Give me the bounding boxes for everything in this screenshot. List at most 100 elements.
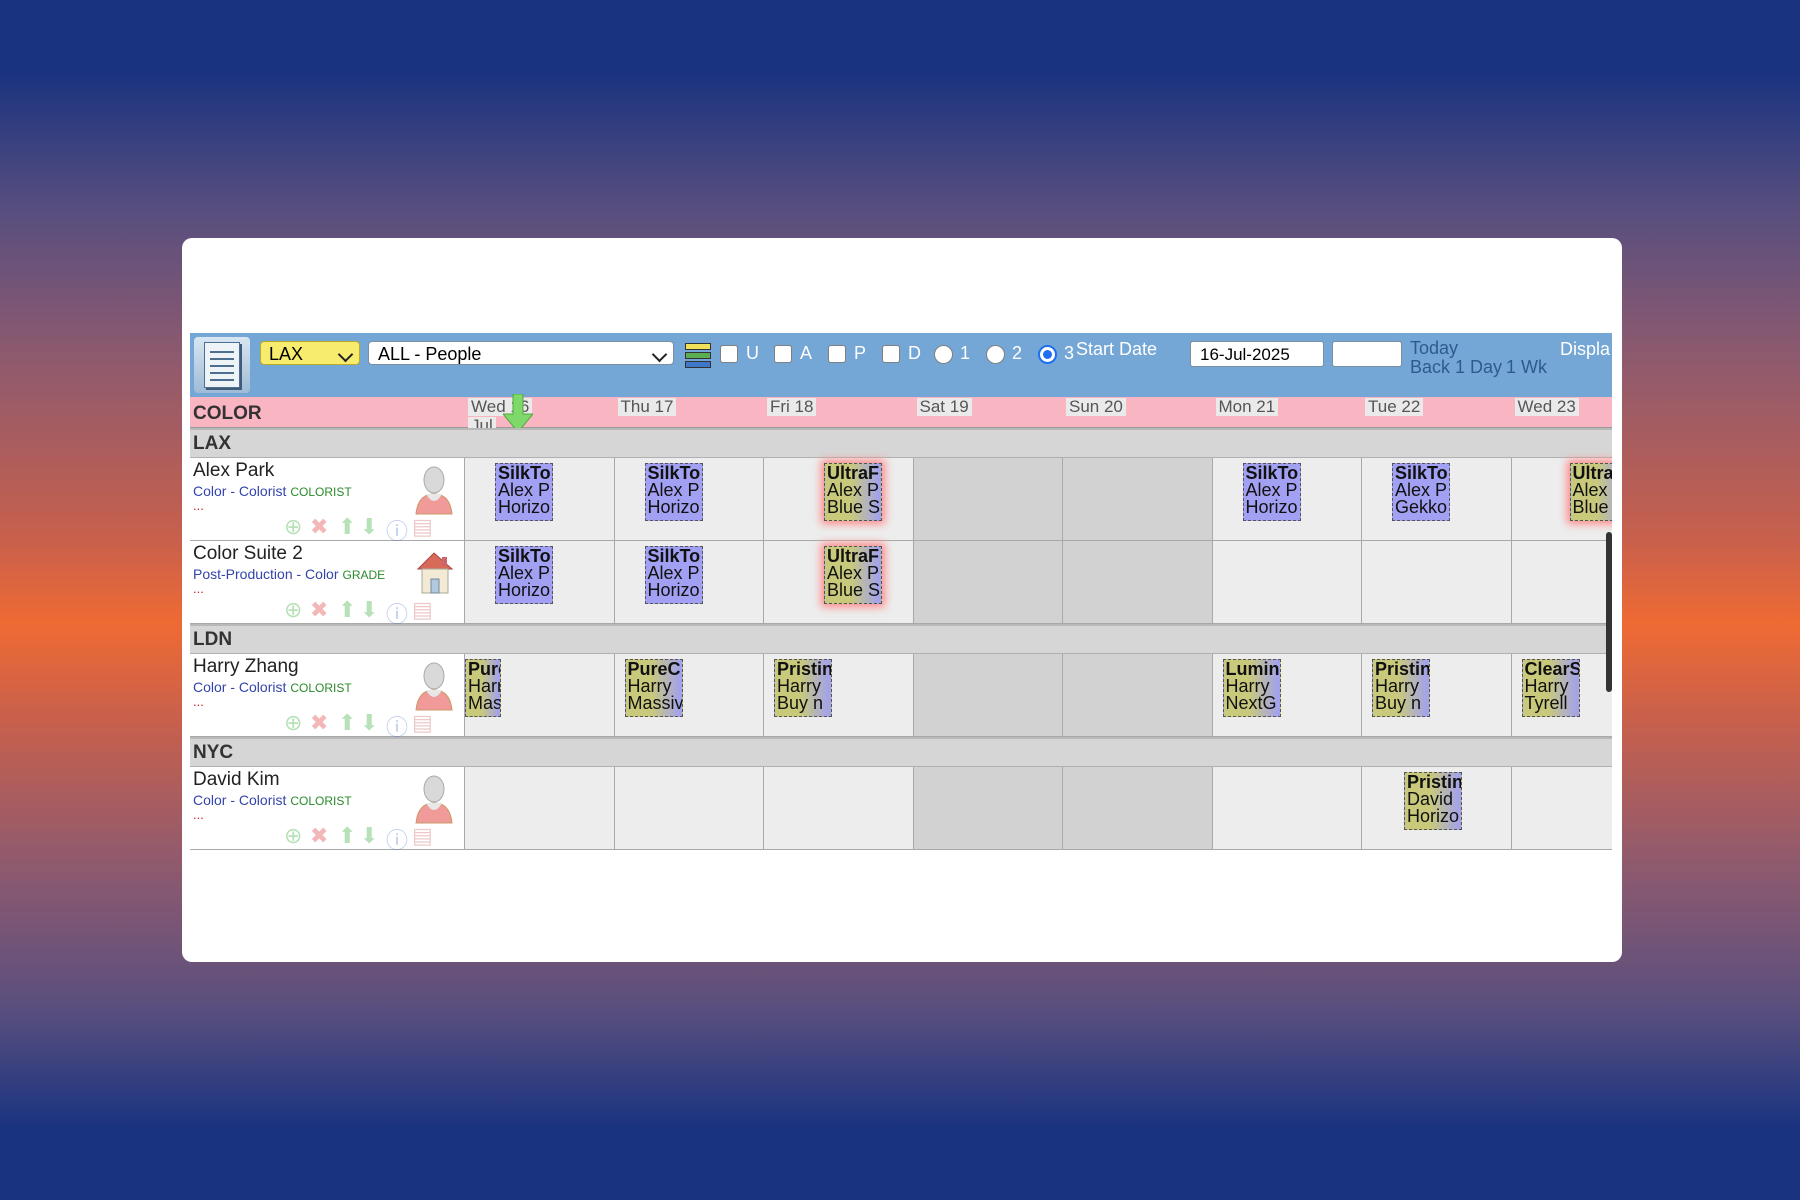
booking-block[interactable]: PureC Harry Massiv	[624, 659, 683, 717]
filter-checkbox-a[interactable]	[774, 345, 792, 363]
day-label[interactable]: Sat 19	[916, 398, 972, 416]
day-cell[interactable]	[1511, 767, 1612, 849]
window-card: LAX ALL - People U A P D 1 2 3 Start Dat…	[182, 238, 1622, 962]
more-link[interactable]: ...	[193, 498, 204, 513]
filter-checkbox-d[interactable]	[882, 345, 900, 363]
display-label[interactable]: Displa	[1560, 339, 1610, 360]
move-down-icon[interactable]: ⬇	[360, 823, 378, 849]
booking-project: Horizo	[1245, 497, 1298, 517]
day-cell[interactable]	[1063, 541, 1213, 623]
day-cell[interactable]	[1063, 767, 1213, 849]
move-down-icon[interactable]: ⬇	[360, 710, 378, 736]
end-date-input[interactable]	[1332, 341, 1402, 367]
booking-block[interactable]: SilkTo Alex P Gekko	[1392, 463, 1450, 521]
back-1-week-link[interactable]: 1 Wk	[1506, 357, 1547, 378]
day-cell[interactable]	[913, 541, 1063, 623]
move-up-icon[interactable]: ⬆	[338, 597, 356, 623]
day-label[interactable]: Fri 18	[767, 398, 817, 416]
radio-1[interactable]	[934, 345, 953, 364]
resource-name[interactable]: David Kim	[193, 769, 280, 791]
booking-block[interactable]: PureHarrMas	[465, 659, 501, 717]
day-cell[interactable]	[913, 458, 1063, 540]
location-select[interactable]: LAX	[260, 341, 360, 365]
delete-icon[interactable]: ✖	[310, 514, 328, 540]
day-cell[interactable]	[1212, 767, 1362, 849]
day-cell[interactable]	[1362, 541, 1512, 623]
person-icon	[412, 464, 456, 516]
day-cell[interactable]	[614, 767, 764, 849]
person-icon	[412, 660, 456, 712]
add-icon[interactable]: ⊕	[284, 710, 302, 736]
booking-block[interactable]: ClearS Harry Tyrell	[1521, 659, 1580, 717]
booking-block[interactable]: UltraFAlex PBlue S	[1569, 463, 1613, 521]
note-icon[interactable]: ▤	[412, 823, 433, 849]
move-down-icon[interactable]: ⬇	[360, 597, 378, 623]
booking-block[interactable]: Pristin Harry Buy n	[774, 659, 832, 717]
booking-project: Horizo	[647, 580, 700, 600]
booking-block[interactable]: Pristin David Horizo	[1404, 772, 1462, 830]
add-icon[interactable]: ⊕	[284, 514, 302, 540]
day-label[interactable]: Wed 23	[1514, 398, 1579, 416]
booking-block[interactable]: SilkTo Alex P Horizo	[1242, 463, 1301, 521]
booking-block[interactable]: UltraFAlex PBlue S	[824, 463, 882, 521]
resource-name[interactable]: Alex Park	[193, 460, 274, 482]
resource-role: Color - Colorist COLORIST	[193, 792, 352, 808]
move-up-icon[interactable]: ⬆	[338, 514, 356, 540]
row-actions: ⊕ ✖ ⬆ ⬇ ⓘ ▤	[284, 710, 464, 740]
move-up-icon[interactable]: ⬆	[338, 823, 356, 849]
more-link[interactable]: ...	[193, 581, 204, 596]
note-icon[interactable]: ▤	[412, 514, 433, 540]
booking-block[interactable]: SilkTo Alex P Horizo	[495, 546, 553, 604]
layers-icon[interactable]	[685, 341, 711, 369]
booking-block[interactable]: SilkTo Alex P Horizo	[495, 463, 553, 521]
booking-project: Gekko	[1395, 497, 1448, 517]
day-cell[interactable]	[913, 654, 1063, 736]
note-icon[interactable]: ▤	[412, 710, 433, 736]
resource-name[interactable]: Color Suite 2	[193, 543, 303, 565]
people-select[interactable]: ALL - People	[368, 341, 674, 365]
back-1-day-link[interactable]: Back 1 Day	[1410, 357, 1502, 378]
day-label[interactable]: Sun 20	[1066, 398, 1126, 416]
move-down-icon[interactable]: ⬇	[360, 514, 378, 540]
resource-name[interactable]: Harry Zhang	[193, 656, 299, 678]
today-link[interactable]: Today	[1410, 338, 1458, 359]
resource-tag: COLORIST	[290, 794, 352, 808]
delete-icon[interactable]: ✖	[310, 597, 328, 623]
radio-2[interactable]	[986, 345, 1005, 364]
booking-block[interactable]: SilkTo Alex P Horizo	[644, 546, 703, 604]
day-cell[interactable]	[913, 767, 1063, 849]
day-cell[interactable]	[1511, 541, 1612, 623]
schedule-list-icon[interactable]	[194, 337, 250, 393]
delete-icon[interactable]: ✖	[310, 710, 328, 736]
group-header: LDN	[190, 624, 1612, 654]
delete-icon[interactable]: ✖	[310, 823, 328, 849]
booking-project: Blue S	[1572, 497, 1613, 517]
booking-block[interactable]: UltraFAlex PBlue S	[824, 546, 882, 604]
filter-checkbox-p[interactable]	[828, 345, 846, 363]
more-link[interactable]: ...	[193, 694, 204, 709]
add-icon[interactable]: ⊕	[284, 823, 302, 849]
add-icon[interactable]: ⊕	[284, 597, 302, 623]
vertical-scrollbar[interactable]	[1606, 532, 1612, 692]
location-select-value: LAX	[269, 344, 304, 364]
section-title: COLOR	[193, 403, 262, 424]
day-cell[interactable]	[1063, 458, 1213, 540]
info-icon[interactable]: ⓘ	[386, 823, 408, 855]
move-up-icon[interactable]: ⬆	[338, 710, 356, 736]
day-cell[interactable]	[1212, 541, 1362, 623]
filter-checkbox-u[interactable]	[720, 345, 738, 363]
day-label[interactable]: Mon 21	[1215, 398, 1279, 416]
day-cell[interactable]	[764, 767, 914, 849]
day-label[interactable]: Tue 22	[1365, 398, 1424, 416]
note-icon[interactable]: ▤	[412, 597, 433, 623]
start-date-input[interactable]: 16-Jul-2025	[1190, 341, 1324, 367]
day-cell[interactable]	[1063, 654, 1213, 736]
booking-block[interactable]: Lumin Harry NextG	[1222, 659, 1281, 717]
day-label[interactable]: Thu 17	[617, 398, 677, 416]
radio-3[interactable]	[1038, 345, 1057, 364]
group-name: NYC	[193, 742, 234, 763]
booking-block[interactable]: Pristin Harry Buy n	[1372, 659, 1430, 717]
day-cell[interactable]	[465, 767, 615, 849]
more-link[interactable]: ...	[193, 807, 204, 822]
booking-block[interactable]: SilkTo Alex P Horizo	[644, 463, 703, 521]
